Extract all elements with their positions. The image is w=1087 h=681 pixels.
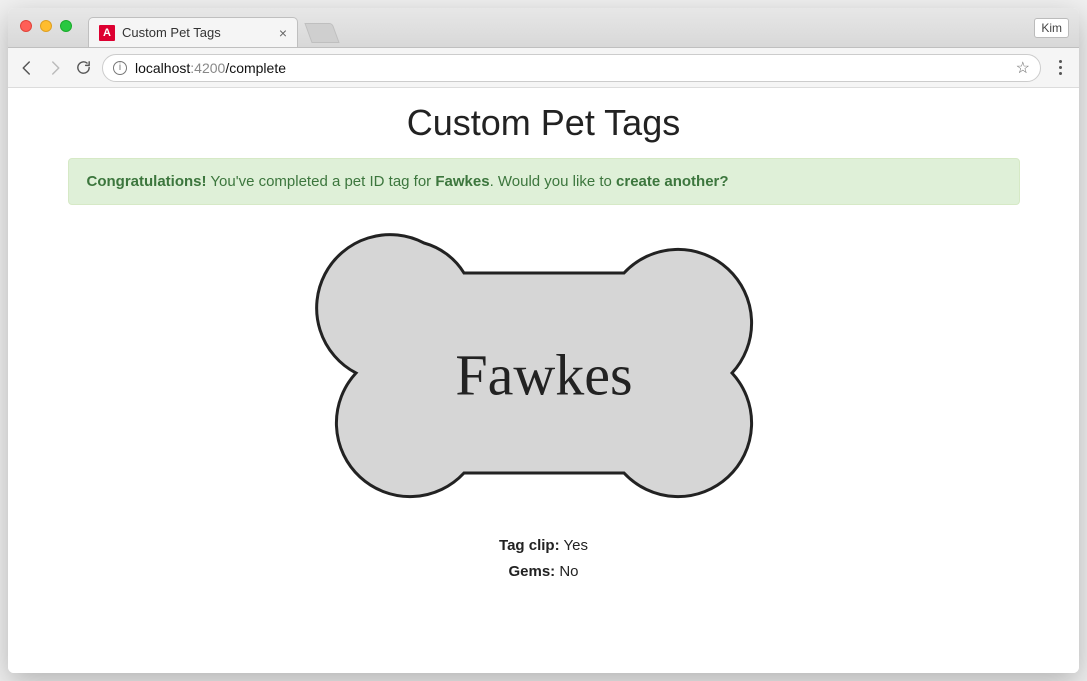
- new-tab-button[interactable]: [304, 23, 339, 43]
- page-title: Custom Pet Tags: [28, 102, 1059, 144]
- alert-strong: Congratulations!: [87, 173, 207, 190]
- detail-row-gems: Gems: No: [28, 559, 1059, 585]
- nav-bar: i localhost:4200/complete ☆: [8, 48, 1079, 88]
- tab-title: Custom Pet Tags: [122, 25, 221, 40]
- bone-svg: Fawkes: [314, 223, 774, 523]
- url-text: localhost:4200/complete: [135, 60, 286, 76]
- alert-text-1: You've completed a pet ID tag for: [207, 173, 436, 190]
- reload-icon[interactable]: [74, 59, 92, 77]
- success-alert: Congratulations! You've completed a pet …: [68, 158, 1020, 205]
- page-content: Custom Pet Tags Congratulations! You've …: [8, 88, 1079, 673]
- address-bar[interactable]: i localhost:4200/complete ☆: [102, 54, 1041, 82]
- url-port: :4200: [190, 60, 225, 76]
- create-another-link[interactable]: create another?: [616, 173, 729, 190]
- close-window-button[interactable]: [20, 20, 32, 32]
- browser-window: A Custom Pet Tags × Kim i localhost:4200…: [8, 8, 1079, 673]
- alert-pet-name: Fawkes: [435, 173, 489, 190]
- gems-label: Gems:: [508, 563, 555, 580]
- bookmark-star-icon[interactable]: ☆: [1016, 58, 1030, 78]
- tabs-row: A Custom Pet Tags ×: [88, 8, 336, 47]
- clip-value: Yes: [560, 537, 588, 554]
- back-icon[interactable]: [18, 59, 36, 77]
- forward-icon: [46, 59, 64, 77]
- title-bar: A Custom Pet Tags × Kim: [8, 8, 1079, 48]
- bone-pet-name: Fawkes: [455, 342, 632, 407]
- angular-favicon-icon: A: [99, 25, 115, 41]
- maximize-window-button[interactable]: [60, 20, 72, 32]
- browser-tab[interactable]: A Custom Pet Tags ×: [88, 17, 298, 47]
- window-controls: [20, 20, 72, 32]
- bone-tag-preview: Fawkes: [28, 223, 1059, 523]
- tag-details: Tag clip: Yes Gems: No: [28, 533, 1059, 584]
- minimize-window-button[interactable]: [40, 20, 52, 32]
- site-info-icon[interactable]: i: [113, 61, 127, 75]
- gems-value: No: [555, 563, 578, 580]
- alert-text-2: . Would you like to: [490, 173, 616, 190]
- detail-row-clip: Tag clip: Yes: [28, 533, 1059, 559]
- clip-label: Tag clip:: [499, 537, 560, 554]
- close-tab-icon[interactable]: ×: [279, 25, 287, 41]
- browser-menu-icon[interactable]: [1051, 60, 1069, 75]
- url-path: /complete: [225, 60, 286, 76]
- url-host: localhost: [135, 60, 190, 76]
- profile-badge[interactable]: Kim: [1034, 18, 1069, 38]
